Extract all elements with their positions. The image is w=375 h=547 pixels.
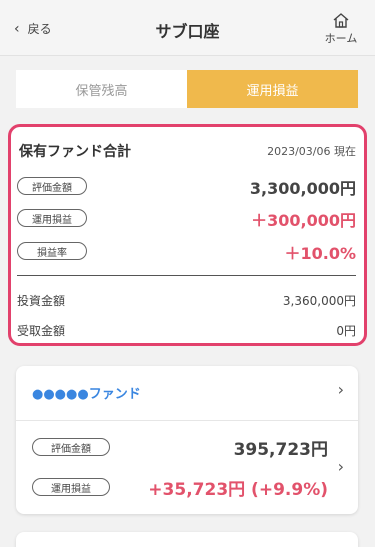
rate-pill: 損益率 [17,242,87,260]
fund-eval-pill: 評価金額 [32,438,110,456]
valuation-value: 3,300,000円 [249,179,356,198]
fund-name-link[interactable]: ●●●●●ファンド [32,383,141,402]
home-button[interactable]: ホーム [321,12,361,46]
home-label: ホーム [324,32,358,45]
as-of-date: 2023/03/06 現在 [267,145,356,158]
summary-card: 保有ファンド合計 2023/03/06 現在 評価金額 3,300,000円 運… [8,124,367,346]
received-value: 0円 [336,324,356,338]
tab-holdings[interactable]: 保管残高 [16,70,187,108]
invested-label: 投資金額 [17,294,66,308]
profit-value: ＋300,000円 [251,211,356,230]
summary-row-profit: 運用損益 ＋300,000円 [17,209,356,230]
divider [17,275,356,276]
page-title: サブ口座 [155,22,220,41]
tab-performance[interactable]: 運用損益 [187,70,358,108]
summary-row-valuation: 評価金額 3,300,000円 [17,177,356,198]
next-fund-card[interactable] [16,532,358,547]
fund-pl-pill: 運用損益 [32,478,110,496]
invested-row: 投資金額 3,360,000円 [17,292,356,309]
rate-value: ＋10.0% [284,244,356,263]
received-row: 受取金額 0円 [17,322,356,339]
chevron-right-icon[interactable]: › [338,457,344,476]
tab-bar: 保管残高 運用損益 [16,70,358,108]
summary-row-rate: 損益率 ＋10.0% [17,242,356,263]
home-icon [333,13,349,28]
fund-pl-row: 運用損益 +35,723円 (+9.9%) [32,478,328,500]
fund-card[interactable]: ●●●●●ファンド › 評価金額 395,723円 運用損益 +35,723円 … [16,366,358,514]
fund-pl-value: +35,723円 (+9.9%) [148,480,328,500]
fund-eval-value: 395,723円 [233,440,328,460]
profit-pill: 運用損益 [17,209,87,227]
received-label: 受取金額 [17,324,66,338]
valuation-pill: 評価金額 [17,177,87,195]
invested-value: 3,360,000円 [282,294,356,308]
app-header: ‹ 戻る サブ口座 ホーム [0,0,375,56]
fund-divider [16,420,358,421]
chevron-right-icon[interactable]: › [338,380,344,399]
summary-heading: 保有ファンド合計 [19,144,131,160]
fund-eval-row: 評価金額 395,723円 [32,438,328,460]
